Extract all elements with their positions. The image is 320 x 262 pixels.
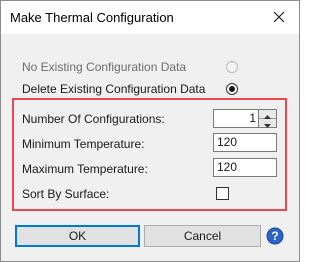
help-icon[interactable]: ? [266, 227, 284, 245]
num-configurations-spinner[interactable] [258, 109, 277, 128]
radio-delete-existing-label: Delete Existing Configuration Data [22, 82, 206, 96]
radio-delete-existing[interactable] [226, 83, 238, 95]
cancel-button[interactable]: Cancel [144, 225, 261, 247]
sort-by-surface-checkbox[interactable] [216, 187, 229, 200]
radio-no-existing-label: No Existing Configuration Data [22, 60, 187, 74]
radio-no-existing[interactable] [226, 61, 238, 73]
radio-no-existing-row[interactable]: No Existing Configuration Data [1, 58, 299, 78]
min-temperature-label: Minimum Temperature: [22, 137, 145, 151]
max-temperature-label: Maximum Temperature: [22, 162, 148, 176]
svg-text:?: ? [271, 229, 278, 243]
title-bar: Make Thermal Configuration [1, 1, 299, 34]
min-temperature-input[interactable]: 120 [213, 133, 277, 152]
window-title: Make Thermal Configuration [10, 10, 174, 25]
max-temperature-input[interactable]: 120 [213, 158, 277, 177]
spin-up-icon[interactable] [259, 110, 276, 119]
dialog-window: Make Thermal Configuration No Existing C… [0, 0, 300, 262]
dialog-body: No Existing Configuration Data Delete Ex… [1, 34, 299, 261]
num-configurations-label: Number Of Configurations: [22, 112, 165, 126]
ok-button[interactable]: OK [15, 225, 140, 247]
sort-by-surface-label: Sort By Surface: [22, 187, 110, 201]
close-icon[interactable] [267, 5, 291, 29]
num-configurations-input[interactable]: 1 [213, 109, 258, 128]
spin-down-icon[interactable] [259, 119, 276, 128]
radio-delete-existing-row[interactable]: Delete Existing Configuration Data [1, 80, 299, 100]
